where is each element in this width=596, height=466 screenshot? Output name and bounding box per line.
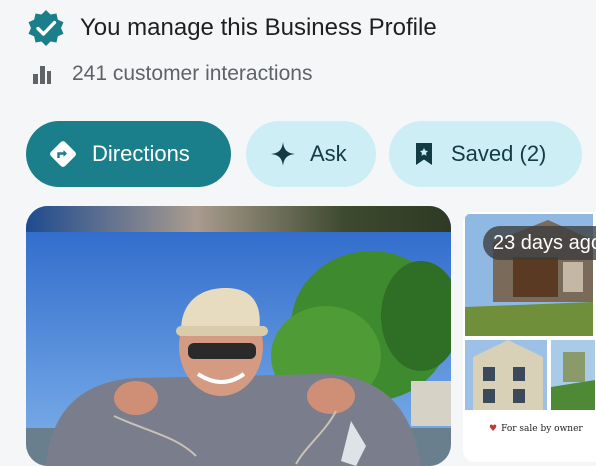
saved-label: Saved (2) — [451, 141, 547, 166]
bar-chart-icon — [33, 66, 51, 84]
heart-icon: ♥ — [489, 424, 498, 434]
business-profile-status: You manage this Business Profile — [26, 8, 437, 48]
main-photo[interactable] — [26, 206, 451, 466]
interactions-count-text: 241 customer interactions — [72, 62, 313, 85]
photo-age-badge: 23 days ago — [483, 226, 596, 260]
ask-label: Ask — [310, 141, 347, 166]
for-sale-caption: ♥ For sale by owner — [489, 424, 583, 434]
side-photo[interactable]: 23 days ago ♥ For sale by owner — [463, 212, 596, 462]
verified-badge-icon — [28, 10, 64, 46]
directions-button[interactable]: Directions — [26, 121, 231, 187]
manage-profile-text: You manage this Business Profile — [80, 14, 437, 41]
ask-button[interactable]: Ask — [246, 121, 376, 187]
for-sale-text: For sale by owner — [501, 424, 583, 434]
customer-interactions[interactable]: 241 customer interactions — [30, 58, 312, 90]
bookmark-icon — [416, 143, 432, 165]
directions-label: Directions — [92, 141, 190, 166]
directions-icon — [50, 141, 76, 167]
saved-button[interactable]: Saved (2) — [389, 121, 582, 187]
sparkle-icon — [271, 142, 295, 166]
main-photo-image — [26, 206, 451, 466]
